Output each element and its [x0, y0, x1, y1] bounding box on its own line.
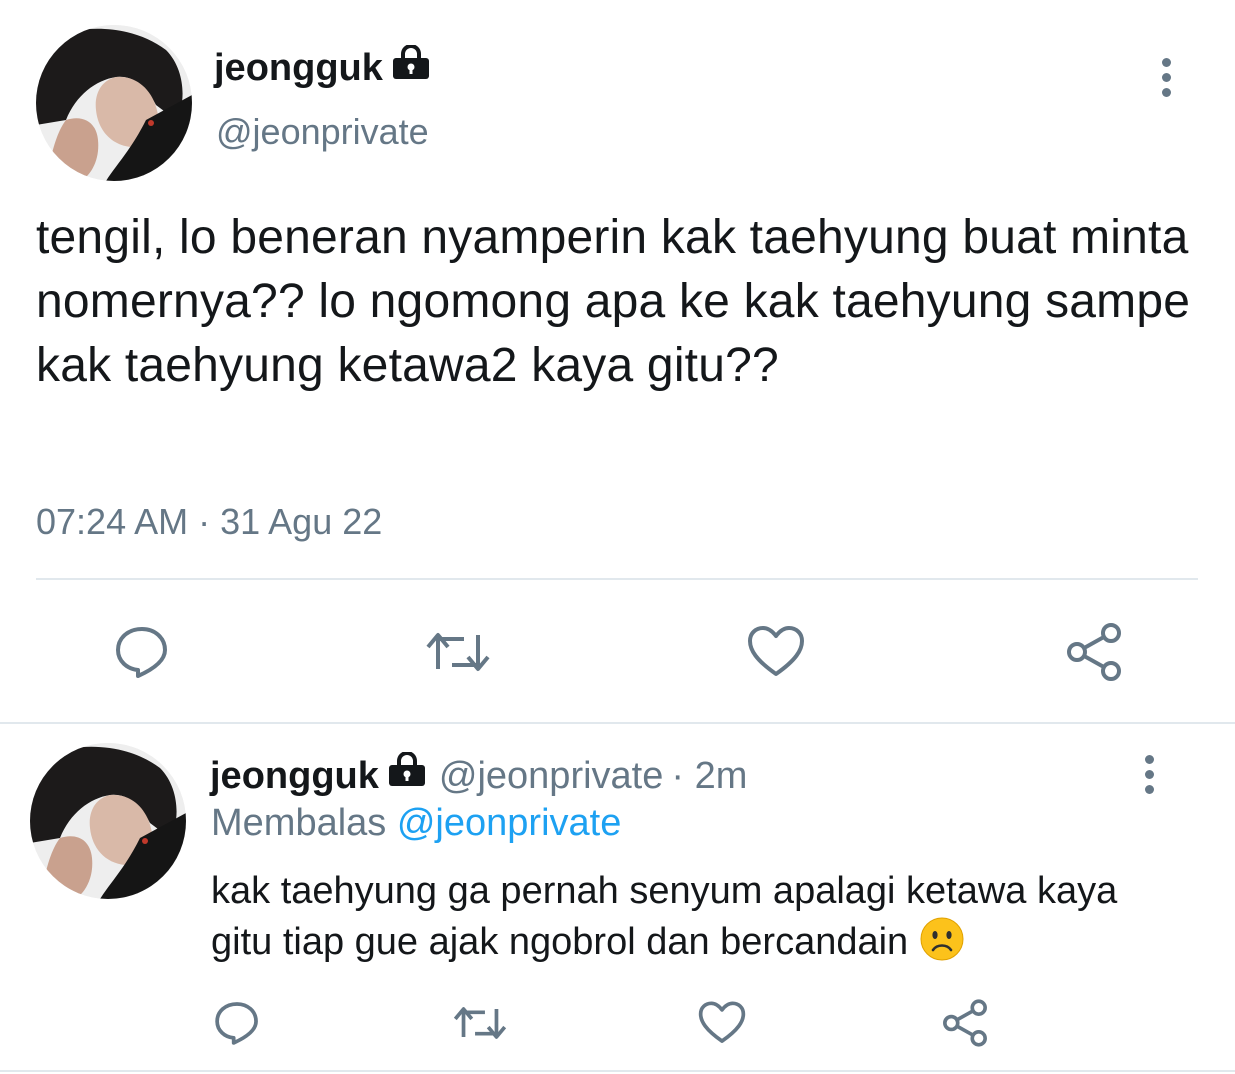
timestamp[interactable]: 07:24 AM · 31 Agu 22 — [36, 500, 382, 544]
share-button[interactable] — [938, 996, 992, 1050]
display-name[interactable]: jeongguk — [214, 44, 431, 91]
reply-avatar[interactable] — [30, 743, 186, 899]
lock-icon — [387, 751, 427, 799]
reply-text: kak taehyung ga pernah senyum apalagi ke… — [211, 870, 1118, 963]
like-button[interactable] — [695, 996, 749, 1050]
bottom-divider — [0, 1070, 1235, 1072]
replying-prefix: Membalas — [211, 802, 387, 844]
like-button[interactable] — [744, 620, 808, 684]
retweet-button[interactable] — [424, 620, 492, 684]
retweet-icon — [426, 633, 490, 671]
comment-icon — [116, 627, 167, 678]
handle[interactable]: @jeonprivate — [216, 110, 429, 154]
reply-display-name[interactable]: jeongguk — [210, 753, 379, 799]
frowning-face-emoji — [919, 916, 965, 975]
retweet-button[interactable] — [450, 996, 510, 1050]
tweet-text: tengil, lo beneran nyamperin kak taehyun… — [36, 211, 1191, 392]
divider — [36, 578, 1198, 580]
more-vertical-icon[interactable] — [1162, 55, 1171, 100]
share-icon — [1067, 623, 1121, 681]
reply-button[interactable] — [110, 620, 174, 684]
avatar[interactable] — [36, 25, 192, 181]
replying-to: Membalas @jeonprivate — [211, 800, 621, 846]
more-vertical-icon[interactable] — [1145, 752, 1154, 797]
replying-to-link[interactable]: @jeonprivate — [397, 802, 621, 844]
reply-text-block: kak taehyung ga pernah senyum apalagi ke… — [211, 866, 1171, 975]
lock-icon — [391, 44, 431, 91]
section-divider — [0, 722, 1235, 724]
reply-handle[interactable]: @jeonprivate — [439, 753, 663, 799]
share-button[interactable] — [1062, 620, 1126, 684]
heart-icon — [698, 1001, 746, 1043]
display-name-text: jeongguk — [214, 47, 383, 89]
retweet-icon — [453, 1007, 507, 1039]
heart-icon — [748, 626, 804, 676]
reply-time: · 2m — [671, 754, 748, 797]
reply-header: jeongguk @jeonprivate · 2m — [210, 751, 748, 799]
comment-icon — [215, 1002, 258, 1045]
reply-button[interactable] — [210, 996, 264, 1050]
share-icon — [943, 999, 987, 1047]
